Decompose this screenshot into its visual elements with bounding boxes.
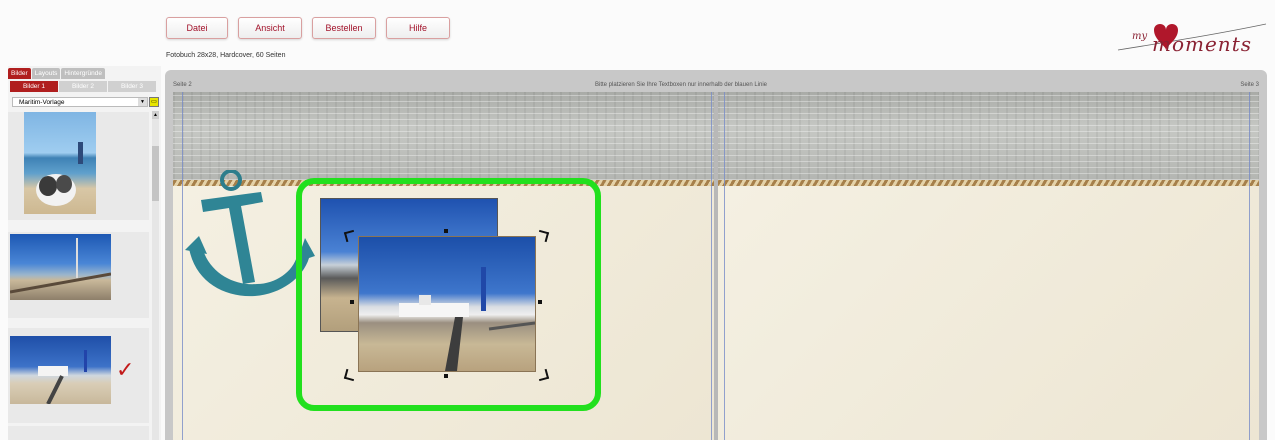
thumbnail-slot xyxy=(8,426,149,440)
menu-bestellen-button[interactable]: Bestellen xyxy=(312,17,376,39)
resize-handle[interactable] xyxy=(538,300,542,304)
scroll-up-icon[interactable]: ▲ xyxy=(152,111,159,119)
thumbnail-image[interactable] xyxy=(10,234,111,300)
mymoments-logo: my moments xyxy=(1108,16,1268,68)
scrollbar-thumb[interactable] xyxy=(152,146,159,201)
tab-bilder-3[interactable]: Bilder 3 xyxy=(108,81,156,92)
page-right[interactable] xyxy=(718,92,1259,440)
rope-border xyxy=(718,180,1259,186)
logo-small-text: my xyxy=(1132,31,1148,42)
sidebar-panel: Bilder Layouts Hintergründe Bilder 1 Bil… xyxy=(8,66,161,440)
menu-hilfe-button[interactable]: Hilfe xyxy=(386,17,450,39)
thumbnail-slot xyxy=(8,112,149,220)
sidebar-main-tabs: Bilder Layouts Hintergründe xyxy=(8,68,105,79)
thumbnail-image[interactable] xyxy=(10,336,111,404)
product-description: Fotobuch 28x28, Hardcover, 60 Seiten xyxy=(166,52,286,59)
thumbnail-scrollbar[interactable]: ▲ xyxy=(152,111,159,440)
menu-datei-button[interactable]: Datei xyxy=(166,17,228,39)
resize-handle[interactable] xyxy=(350,300,354,304)
page-spine xyxy=(714,92,718,440)
thumbnail-image[interactable] xyxy=(24,112,96,214)
folder-icon[interactable]: ▭ xyxy=(149,97,159,107)
tab-hintergruende[interactable]: Hintergründe xyxy=(61,68,105,79)
template-select[interactable]: Maritim-Vorlage ▼ xyxy=(12,97,148,107)
left-page-label: Seite 2 xyxy=(173,82,192,88)
sidebar-sub-tabs: Bilder 1 Bilder 2 Bilder 3 xyxy=(10,81,156,92)
tab-bilder-1[interactable]: Bilder 1 xyxy=(10,81,58,92)
text-placement-hint: Bitte platzieren Sie Ihre Textboxen nur … xyxy=(595,82,768,88)
top-menu: Datei Ansicht Bestellen Hilfe xyxy=(166,17,450,39)
wood-background xyxy=(173,92,714,180)
used-checkmark-icon: ✓ xyxy=(116,357,135,382)
logo-script-text: moments xyxy=(1152,32,1252,56)
tab-layouts[interactable]: Layouts xyxy=(31,68,61,79)
right-page-label: Seite 3 xyxy=(1240,82,1259,88)
resize-handle[interactable] xyxy=(444,374,448,378)
template-select-value: Maritim-Vorlage xyxy=(19,99,65,106)
wood-background xyxy=(718,92,1259,180)
chevron-down-icon: ▼ xyxy=(138,98,147,106)
thumbnail-slot xyxy=(8,232,149,318)
canvas-photo-front[interactable] xyxy=(358,236,536,372)
menu-ansicht-button[interactable]: Ansicht xyxy=(238,17,302,39)
resize-handle[interactable] xyxy=(444,229,448,233)
tab-bilder-2[interactable]: Bilder 2 xyxy=(59,81,107,92)
tab-bilder[interactable]: Bilder xyxy=(8,68,31,79)
